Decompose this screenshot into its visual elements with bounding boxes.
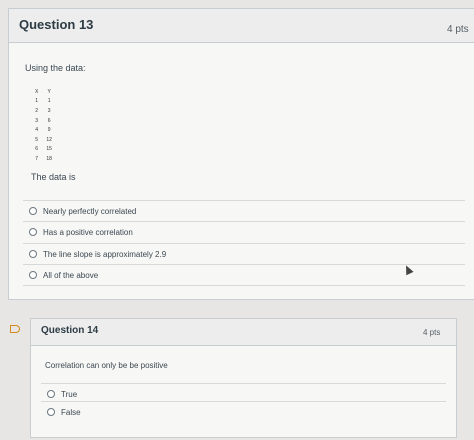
answer-option-2[interactable]: Has a positive correlation	[23, 221, 465, 242]
table-row: 23	[31, 106, 56, 116]
table-cell: 1	[35, 98, 39, 105]
answer-label: The line slope is approximately 2.9	[43, 249, 167, 259]
question-14-header: Question 14 4 pts	[31, 319, 456, 346]
radio-button[interactable]	[29, 228, 37, 236]
table-cell: 5	[35, 136, 39, 143]
flag-question-icon[interactable]	[10, 325, 20, 333]
table-cell: 6	[47, 117, 51, 124]
question-prompt: Correlation can only be be positive	[45, 361, 168, 370]
table-cell: 6	[35, 146, 39, 153]
question-title: Question 13	[19, 17, 94, 32]
table-cell: 1	[47, 98, 51, 105]
table-header-row: X Y	[31, 87, 56, 97]
points-label: 4 pts	[423, 328, 441, 337]
answer-label: Nearly perfectly correlated	[43, 206, 137, 216]
table-cell: 15	[46, 146, 52, 153]
table-row: 7 18	[31, 154, 56, 164]
question-13-card: Question 13 4 pts Using the data: X Y 11…	[8, 8, 474, 300]
table-cell: 7	[35, 155, 39, 162]
answer-label: True	[61, 389, 78, 399]
table-cell: 12	[46, 136, 52, 143]
table-cell: 3	[35, 117, 39, 124]
table-row: 5 12	[31, 135, 56, 145]
question-title: Question 14	[41, 325, 99, 336]
answer-option-4[interactable]: All of the above	[23, 264, 465, 286]
points-label: 4 pts	[447, 24, 469, 35]
column-header-x: X	[35, 88, 39, 95]
radio-button[interactable]	[47, 390, 55, 398]
table-row: 6 15	[31, 145, 56, 155]
column-header-y: Y	[47, 88, 51, 95]
answer-label: Has a positive correlation	[43, 227, 133, 237]
question-14-card: Question 14 4 pts Correlation can only b…	[30, 318, 457, 438]
table-row: 49	[31, 125, 56, 135]
answer-label: All of the above	[43, 270, 99, 280]
answer-label: False	[61, 407, 81, 417]
table-cell: 3	[47, 107, 51, 114]
answer-option-1[interactable]: Nearly perfectly correlated	[23, 200, 465, 221]
answer-option-3[interactable]: The line slope is approximately 2.9	[23, 243, 465, 264]
table-cell: 4	[35, 127, 39, 134]
radio-button[interactable]	[47, 408, 55, 416]
table-cell: 2	[35, 107, 39, 114]
table-cell: 9	[47, 127, 51, 134]
table-row: 11	[31, 97, 56, 107]
answer-option-false[interactable]: False	[41, 401, 446, 422]
question-13-header: Question 13 4 pts	[9, 9, 474, 43]
data-table: X Y 11 23 36 49 5 12 6 15 7 18	[31, 87, 56, 164]
radio-button[interactable]	[29, 207, 37, 215]
table-cell: 18	[46, 155, 52, 162]
radio-button[interactable]	[29, 250, 37, 258]
radio-button[interactable]	[29, 271, 37, 279]
table-row: 36	[31, 116, 56, 126]
question-subprompt: The data is	[31, 172, 76, 182]
question-prompt: Using the data:	[25, 63, 86, 73]
